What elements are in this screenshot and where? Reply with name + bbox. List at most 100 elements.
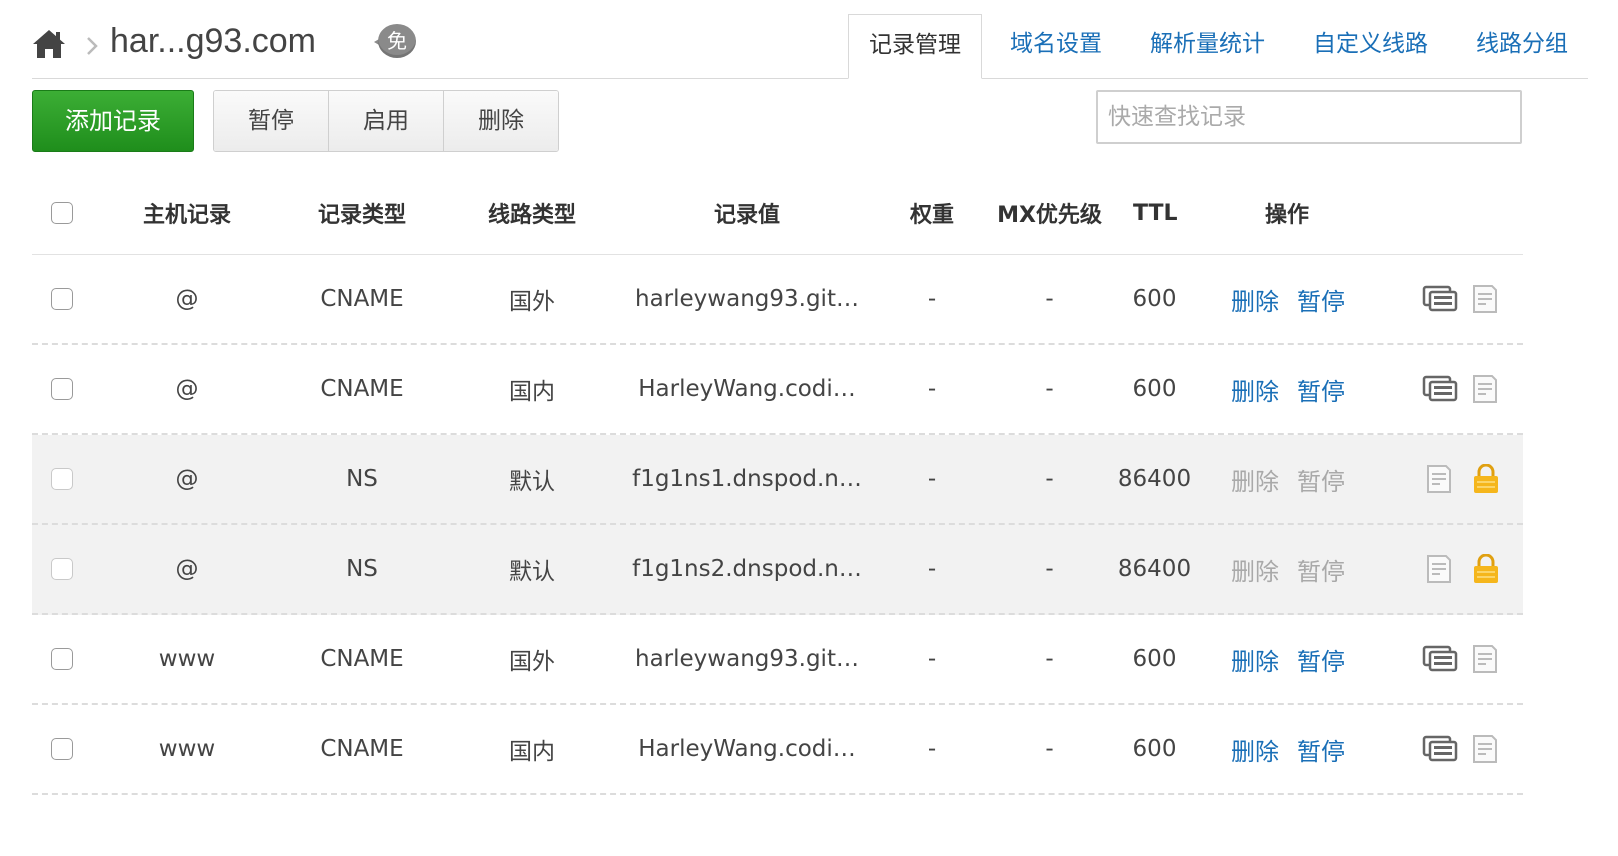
record-weight: -: [927, 466, 937, 492]
row-delete-link: 删除: [1231, 557, 1279, 586]
lock-icon: [1474, 464, 1498, 493]
row-pause-link[interactable]: 暂停: [1297, 732, 1345, 767]
delete-button[interactable]: 删除: [443, 91, 558, 151]
tab-custom-lines[interactable]: 自定义线路: [1293, 14, 1448, 76]
record-mx: -: [1045, 286, 1054, 312]
record-type: NS: [346, 556, 378, 582]
record-icons: [1422, 705, 1522, 793]
row-checkbox: [51, 558, 73, 580]
page-header: har...g93.com 免 记录管理 域名设置 解析量统计 自定义线路 线路…: [32, 0, 1588, 79]
pause-button[interactable]: 暂停: [214, 91, 328, 151]
record-icons: [1422, 525, 1522, 613]
record-line: 国内: [509, 739, 555, 765]
enable-button[interactable]: 启用: [328, 91, 443, 151]
record-ops: 删除 暂停: [1227, 255, 1367, 343]
record-ttl: 600: [1132, 286, 1177, 312]
record-type: CNAME: [320, 286, 404, 312]
row-delete-link[interactable]: 删除: [1231, 732, 1279, 767]
search-input[interactable]: [1096, 90, 1522, 144]
record-action-group: 暂停 启用 删除: [213, 90, 559, 152]
column-header-value[interactable]: 记录值: [632, 172, 862, 254]
row-checkbox: [51, 468, 73, 490]
column-header-mx[interactable]: MX优先级: [992, 172, 1107, 254]
row-check-cell: [32, 705, 92, 793]
column-header-ttl[interactable]: TTL: [1107, 172, 1228, 254]
tab-domain-settings[interactable]: 域名设置: [990, 14, 1122, 76]
table-row: @ CNAME 国外 harleywang93.git… - - 600 删除 …: [32, 255, 1523, 345]
row-delete-link[interactable]: 删除: [1231, 642, 1279, 677]
record-line: 国内: [509, 379, 555, 405]
column-header-line[interactable]: 线路类型: [457, 172, 607, 254]
row-check-cell: [32, 525, 92, 613]
record-value[interactable]: HarleyWang.codi…: [632, 345, 862, 433]
note-icon[interactable]: [1468, 644, 1504, 674]
record-mx: -: [1045, 376, 1054, 402]
row-check-cell: [32, 615, 92, 703]
record-ttl: 86400: [1117, 556, 1192, 582]
row-checkbox[interactable]: [51, 648, 73, 670]
record-ops: 删除 暂停: [1227, 615, 1367, 703]
column-header-weight[interactable]: 权重: [892, 172, 972, 254]
record-table: 主机记录 记录类型 线路类型 记录值 权重 MX优先级 TTL 操作 @ CNA…: [32, 172, 1523, 795]
record-value[interactable]: HarleyWang.codi…: [632, 705, 862, 793]
record-ops: 删除 暂停: [1227, 525, 1367, 613]
home-icon[interactable]: [32, 28, 66, 60]
record-type: NS: [346, 466, 378, 492]
record-type: CNAME: [320, 376, 404, 402]
record-host: www: [158, 646, 216, 672]
record-ttl: 600: [1132, 646, 1177, 672]
record-mx: -: [1045, 556, 1054, 582]
badge-text: 免: [387, 29, 407, 53]
add-record-button[interactable]: 添加记录: [32, 90, 194, 152]
record-icons: [1422, 345, 1522, 433]
note-icon[interactable]: [1468, 734, 1504, 764]
row-check-cell: [32, 345, 92, 433]
tab-resolution-stats[interactable]: 解析量统计: [1130, 14, 1285, 76]
column-header-type[interactable]: 记录类型: [287, 172, 437, 254]
tab-bar: 记录管理 域名设置 解析量统计 自定义线路 线路分组: [840, 14, 1588, 79]
record-weight: -: [927, 556, 937, 582]
note-icon[interactable]: [1422, 464, 1458, 494]
note-icon[interactable]: [1468, 374, 1504, 404]
record-line: 默认: [509, 559, 555, 585]
lock-icon: [1474, 554, 1498, 583]
note-icon[interactable]: [1468, 284, 1504, 314]
record-weight: -: [927, 286, 937, 312]
record-host: @: [175, 556, 199, 582]
column-header-ops: 操作: [1264, 203, 1309, 228]
record-icons: [1422, 255, 1522, 343]
record-mx: -: [1045, 736, 1054, 762]
tab-line-groups[interactable]: 线路分组: [1456, 14, 1588, 76]
row-delete-link[interactable]: 删除: [1231, 282, 1279, 317]
row-checkbox[interactable]: [51, 288, 73, 310]
table-row: www CNAME 国内 HarleyWang.codi… - - 600 删除…: [32, 705, 1523, 795]
remark-icon[interactable]: [1422, 374, 1458, 404]
note-icon[interactable]: [1422, 554, 1458, 584]
row-pause-link[interactable]: 暂停: [1297, 372, 1345, 407]
record-line: 国外: [509, 289, 555, 315]
remark-icon[interactable]: [1422, 284, 1458, 314]
row-checkbox[interactable]: [51, 738, 73, 760]
record-mx: -: [1045, 646, 1054, 672]
record-value[interactable]: harleywang93.git…: [632, 255, 862, 343]
column-header-host[interactable]: 主机记录: [112, 172, 262, 254]
row-delete-link[interactable]: 删除: [1231, 372, 1279, 407]
tab-record-management[interactable]: 记录管理: [848, 14, 982, 79]
remark-icon[interactable]: [1422, 734, 1458, 764]
row-pause-link: 暂停: [1297, 557, 1345, 586]
row-pause-link[interactable]: 暂停: [1297, 282, 1345, 317]
table-header: 主机记录 记录类型 线路类型 记录值 权重 MX优先级 TTL 操作: [32, 172, 1523, 255]
record-value: f1g1ns1.dnspod.n…: [632, 466, 862, 492]
row-checkbox[interactable]: [51, 378, 73, 400]
record-icons: [1422, 435, 1522, 523]
record-icons: [1422, 615, 1522, 703]
row-pause-link[interactable]: 暂停: [1297, 642, 1345, 677]
free-badge: 免: [374, 22, 418, 62]
record-value[interactable]: harleywang93.git…: [632, 615, 862, 703]
record-host: @: [175, 466, 199, 492]
select-all-checkbox[interactable]: [51, 202, 73, 224]
record-ops: 删除 暂停: [1227, 435, 1367, 523]
remark-icon[interactable]: [1422, 644, 1458, 674]
record-ttl: 600: [1132, 376, 1177, 402]
record-weight: -: [927, 736, 937, 762]
